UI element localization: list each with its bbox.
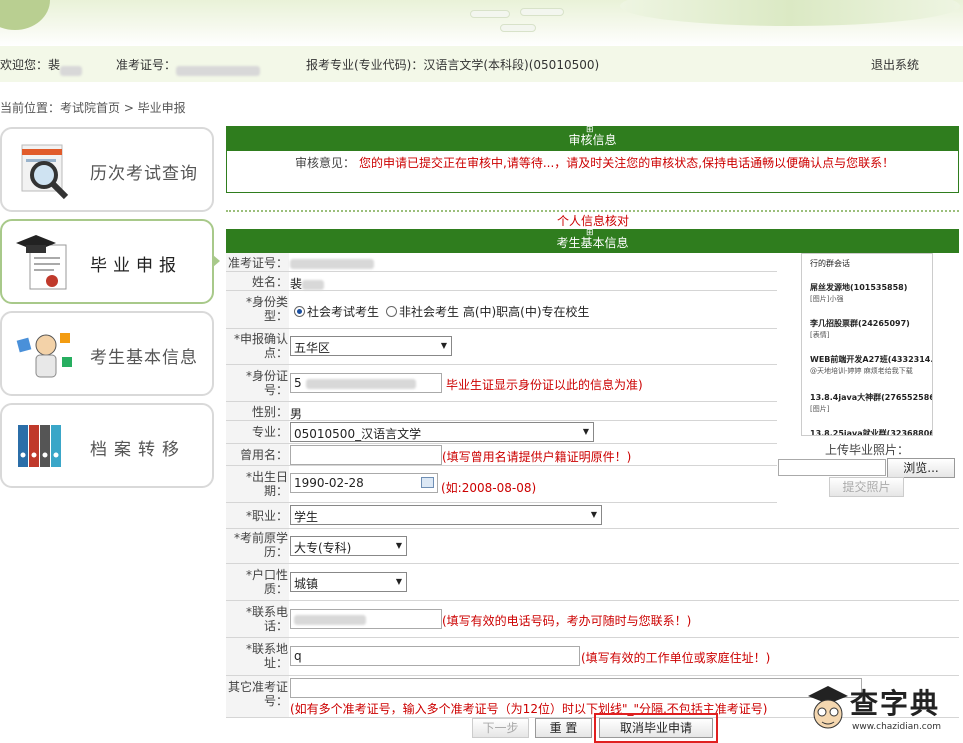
confirm-point-select[interactable]: 五华区 bbox=[290, 336, 452, 356]
education-label: *考前原学历： bbox=[233, 531, 288, 559]
magnifier-document-icon bbox=[21, 144, 69, 200]
menu-graduation-apply[interactable]: 毕业申报 bbox=[0, 219, 214, 304]
row-address: *联系地址： q (填写有效的工作单位或家庭住址！) bbox=[226, 638, 959, 676]
active-menu-arrow bbox=[213, 255, 220, 267]
idcard-input[interactable]: 5 bbox=[290, 373, 442, 393]
address-input[interactable]: q bbox=[290, 646, 580, 666]
name-label: 姓名： bbox=[251, 275, 288, 289]
audit-header: ⊞ 审核信息 bbox=[226, 126, 959, 150]
row-education: *考前原学历： 大专(专科) bbox=[226, 529, 959, 564]
user-info-bar: 欢迎您：裴 准考证号： 报考专业(专业代码)：汉语言文学(本科段)(050105… bbox=[0, 46, 963, 82]
row-gender: 性别： 男 bbox=[226, 402, 777, 421]
cancel-graduation-button[interactable]: 取消毕业申请 bbox=[599, 718, 713, 738]
identity-radio-nonsocial[interactable]: 非社会考生 高(中)职高(中)专在校生 bbox=[386, 303, 590, 320]
menu-label: 毕业申报 bbox=[90, 256, 182, 276]
audit-label: 审核意见： bbox=[295, 156, 356, 170]
graduation-certificate-icon bbox=[16, 235, 67, 290]
major-text: 报考专业(专业代码)：汉语言文学(本科段)(05010500) bbox=[306, 58, 600, 72]
hukou-label: *户口性质： bbox=[245, 568, 288, 596]
idcard-label: *身份证号： bbox=[245, 369, 288, 397]
row-ticket: 准考证号： bbox=[226, 253, 777, 272]
gender-value: 男 bbox=[290, 407, 303, 421]
row-name: 姓名： 裴 bbox=[226, 272, 777, 291]
former-name-label: 曾用名： bbox=[239, 448, 288, 462]
menu-label: 考生基本信息 bbox=[90, 348, 198, 368]
other-ticket-input[interactable] bbox=[290, 678, 862, 698]
row-hukou: *户口性质： 城镇 bbox=[226, 564, 959, 601]
ticket-label: 准考证号： bbox=[227, 256, 288, 270]
row-idcard: *身份证号： 5 毕业生证显示身份证以此的信息为准) bbox=[226, 365, 777, 402]
browse-button[interactable]: 浏览... bbox=[887, 458, 955, 478]
idcard-hint: 毕业生证显示身份证以此的信息为准) bbox=[446, 378, 643, 392]
row-major: 专业： 05010500_汉语言文学 bbox=[226, 421, 777, 444]
name-value: 裴 bbox=[290, 275, 325, 292]
audit-box: 审核意见： 您的申请已提交正在审核中,请等待...，请及时关注您的审核状态,保持… bbox=[226, 150, 959, 193]
row-job: *职业： 学生 bbox=[226, 503, 959, 529]
calendar-icon[interactable] bbox=[421, 477, 434, 488]
birth-hint: (如:2008-08-08) bbox=[441, 481, 537, 495]
birth-label: *出生日期： bbox=[245, 470, 288, 498]
identity-radio-social[interactable]: 社会考试考生 bbox=[294, 303, 379, 320]
row-birth: *出生日期： 1990-02-28 (如:2008-08-08) bbox=[226, 466, 777, 503]
row-former-name: 曾用名： (填写曾用名请提供户籍证明原件！) bbox=[226, 444, 777, 466]
job-label: *职业： bbox=[245, 509, 288, 523]
address-label: *联系地址： bbox=[245, 642, 288, 670]
address-hint: (填写有效的工作单位或家庭住址！) bbox=[581, 651, 771, 665]
welcome-text: 欢迎您：裴 bbox=[0, 56, 83, 76]
former-name-input[interactable] bbox=[290, 445, 442, 465]
ticket-number-text: 准考证号： bbox=[116, 56, 261, 76]
audit-text: 您的申请已提交正在审核中,请等待...，请及时关注您的审核状态,保持电话通畅以便… bbox=[359, 156, 895, 170]
site-logo: 查字典 www.chazidian.com bbox=[806, 680, 958, 740]
personal-check-title: 个人信息核对 bbox=[557, 214, 630, 228]
phone-hint: (填写有效的电话号码，考办可随时与您联系！) bbox=[442, 614, 692, 628]
next-step-button[interactable]: 下一步 bbox=[472, 718, 529, 738]
student-figure-icon bbox=[16, 333, 72, 378]
other-ticket-label: 其它准考证号： bbox=[227, 680, 288, 708]
menu-label: 历次考试查询 bbox=[90, 164, 198, 184]
identity-label: *身份类型： bbox=[245, 295, 288, 323]
ticket-value bbox=[290, 256, 374, 270]
logout-link[interactable]: 退出系统 bbox=[871, 56, 919, 73]
birth-input[interactable]: 1990-02-28 bbox=[290, 473, 438, 493]
binders-icon bbox=[18, 425, 61, 467]
former-name-hint: (填写曾用名请提供户籍证明原件！) bbox=[442, 450, 632, 464]
photo-preview: 行的群会话 屌丝发源地(101535858) [图片]小强 李几招股票群(242… bbox=[801, 253, 933, 436]
phone-label: *联系电话： bbox=[245, 605, 288, 633]
reset-button[interactable]: 重 置 bbox=[535, 718, 592, 738]
menu-basic-info[interactable]: 考生基本信息 bbox=[0, 311, 214, 396]
info-header: ⊞ 考生基本信息 bbox=[226, 229, 959, 253]
row-phone: *联系电话： (填写有效的电话号码，考办可随时与您联系！) bbox=[226, 601, 959, 638]
menu-label: 档案转移 bbox=[90, 440, 186, 460]
upload-photo-label: 上传毕业照片： bbox=[825, 443, 910, 457]
breadcrumb: 当前位置：考试院首页 > 毕业申报 bbox=[0, 101, 186, 115]
menu-exam-history[interactable]: 历次考试查询 bbox=[0, 127, 214, 212]
row-confirm-point: *申报确认点： 五华区 bbox=[226, 329, 777, 365]
photo-file-input[interactable] bbox=[778, 459, 886, 476]
mascot-icon bbox=[808, 686, 848, 729]
major-label: 专业： bbox=[251, 425, 288, 439]
phone-input[interactable] bbox=[290, 609, 442, 629]
hukou-select[interactable]: 城镇 bbox=[290, 572, 407, 592]
menu-archive-transfer[interactable]: 档案转移 bbox=[0, 403, 214, 488]
top-banner bbox=[0, 0, 963, 46]
gender-label: 性别： bbox=[251, 405, 288, 419]
education-select[interactable]: 大专(专科) bbox=[290, 536, 407, 556]
job-select[interactable]: 学生 bbox=[290, 505, 602, 525]
submit-photo-button[interactable]: 提交照片 bbox=[829, 477, 904, 497]
confirm-point-label: *申报确认点： bbox=[233, 332, 288, 360]
major-select[interactable]: 05010500_汉语言文学 bbox=[290, 422, 594, 442]
row-identity: *身份类型： 社会考试考生 非社会考生 高(中)职高(中)专在校生 bbox=[226, 291, 777, 329]
